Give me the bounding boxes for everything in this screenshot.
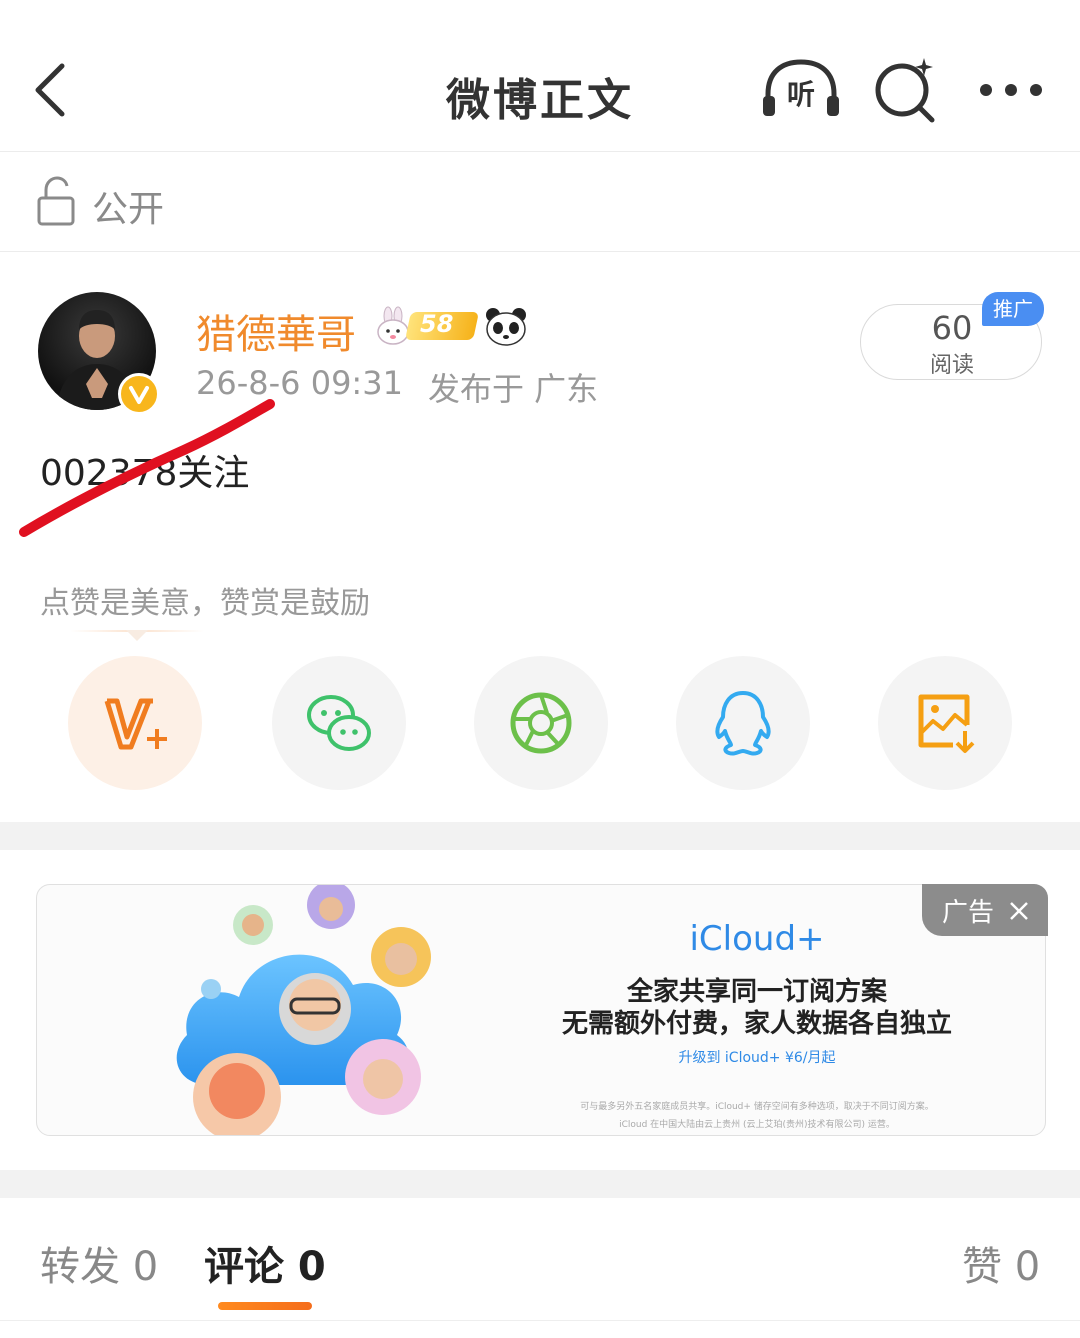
read-label: 阅读 xyxy=(929,353,974,378)
active-tab-indicator xyxy=(218,1302,312,1310)
share-qq-button[interactable] xyxy=(676,656,810,790)
unlock-icon xyxy=(37,176,75,226)
close-icon[interactable] xyxy=(1008,900,1030,922)
tab-like[interactable]: 赞 0 xyxy=(962,1234,1040,1292)
tab-divider xyxy=(0,1320,1080,1321)
share-save-image-button[interactable] xyxy=(878,656,1012,790)
panda-badge-icon xyxy=(486,308,526,346)
level-badge-text: 58 xyxy=(420,310,454,338)
section-divider xyxy=(0,822,1080,850)
header-bar: 微博正文 听 xyxy=(0,0,1080,152)
more-icon[interactable] xyxy=(978,80,1044,100)
headphones-listen-icon[interactable]: 听 xyxy=(760,58,842,120)
qq-icon xyxy=(715,691,771,756)
reward-tip: 点赞是美意，赞赏是鼓励 xyxy=(40,586,370,621)
save-image-icon xyxy=(918,694,975,753)
ad-headline-2: 无需额外付费，家人数据各自独立 xyxy=(561,1009,952,1039)
ad-cta-link[interactable]: 升级到 iCloud+ ¥6/月起 xyxy=(457,1047,1045,1067)
red-strikethrough-mark xyxy=(19,399,275,537)
ad-fine-print-1: 可与最多另外五名家庭成员共享。iCloud+ 储存空间有多种选项，取决于不同订阅… xyxy=(580,1102,934,1112)
tab-comment[interactable]: 评论 0 xyxy=(204,1234,326,1292)
post-location: 发布于 广东 xyxy=(428,370,599,408)
share-wechat-button[interactable] xyxy=(272,656,406,790)
listen-label: 听 xyxy=(787,78,815,111)
visibility-row[interactable]: 公开 xyxy=(0,152,1080,252)
username[interactable]: 猎德華哥 xyxy=(196,302,356,360)
ad-fine-print-2: iCloud 在中国大陆由云上贵州 (云上艾珀(贵州)技术有限公司) 运营。 xyxy=(619,1120,895,1130)
ad-brand: iCloud+ xyxy=(689,919,825,959)
v-plus-icon xyxy=(104,698,167,750)
share-moments-button[interactable] xyxy=(474,656,608,790)
promote-tag[interactable]: 推广 xyxy=(982,292,1044,326)
search-icon[interactable] xyxy=(872,56,940,124)
share-vplus-button[interactable] xyxy=(68,656,202,790)
icloud-family-illustration xyxy=(176,885,431,1135)
wechat-icon xyxy=(307,695,371,751)
ad-tag-label: 广告 xyxy=(942,898,995,928)
moments-icon xyxy=(510,692,572,754)
ad-card[interactable]: iCloud+ 全家共享同一订阅方案 无需额外付费，家人数据各自独立 升级到 i… xyxy=(36,884,1046,1136)
section-divider xyxy=(0,1170,1080,1198)
ad-tag[interactable]: 广告 xyxy=(922,884,1048,936)
tab-repost[interactable]: 转发 0 xyxy=(40,1234,158,1292)
tip-caret xyxy=(126,630,148,641)
visibility-label: 公开 xyxy=(92,189,165,230)
